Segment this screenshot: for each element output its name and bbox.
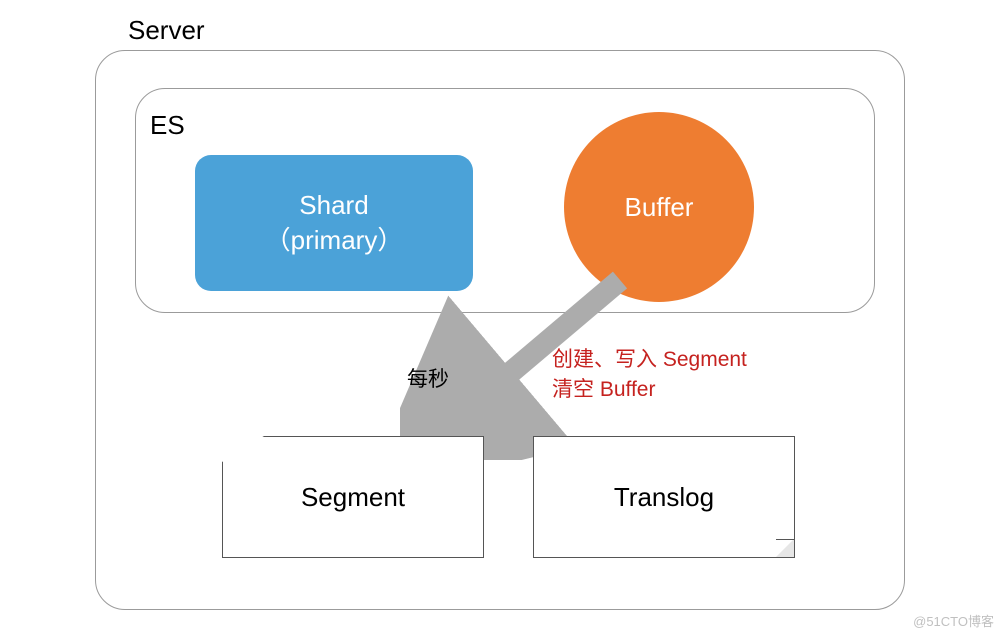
red-annotation: 创建、写入 Segment 清空 Buffer [552,345,747,406]
translog-label: Translog [614,482,714,513]
server-label: Server [128,15,205,46]
every-second-label: 每秒 [407,363,449,393]
red-line2: 清空 Buffer [552,375,747,405]
segment-label: Segment [301,482,405,513]
buffer-label: Buffer [625,192,694,223]
shard-line2: （primary） [265,223,404,258]
shard-line1: Shard [299,188,368,223]
watermark: @51CTO博客 [913,611,994,630]
translog-box: Translog [533,436,795,558]
shard-box: Shard （primary） [195,155,473,291]
red-line1: 创建、写入 Segment [552,345,747,375]
segment-box: Segment [222,436,484,558]
page-fold-icon [776,539,794,557]
buffer-circle: Buffer [564,112,754,302]
